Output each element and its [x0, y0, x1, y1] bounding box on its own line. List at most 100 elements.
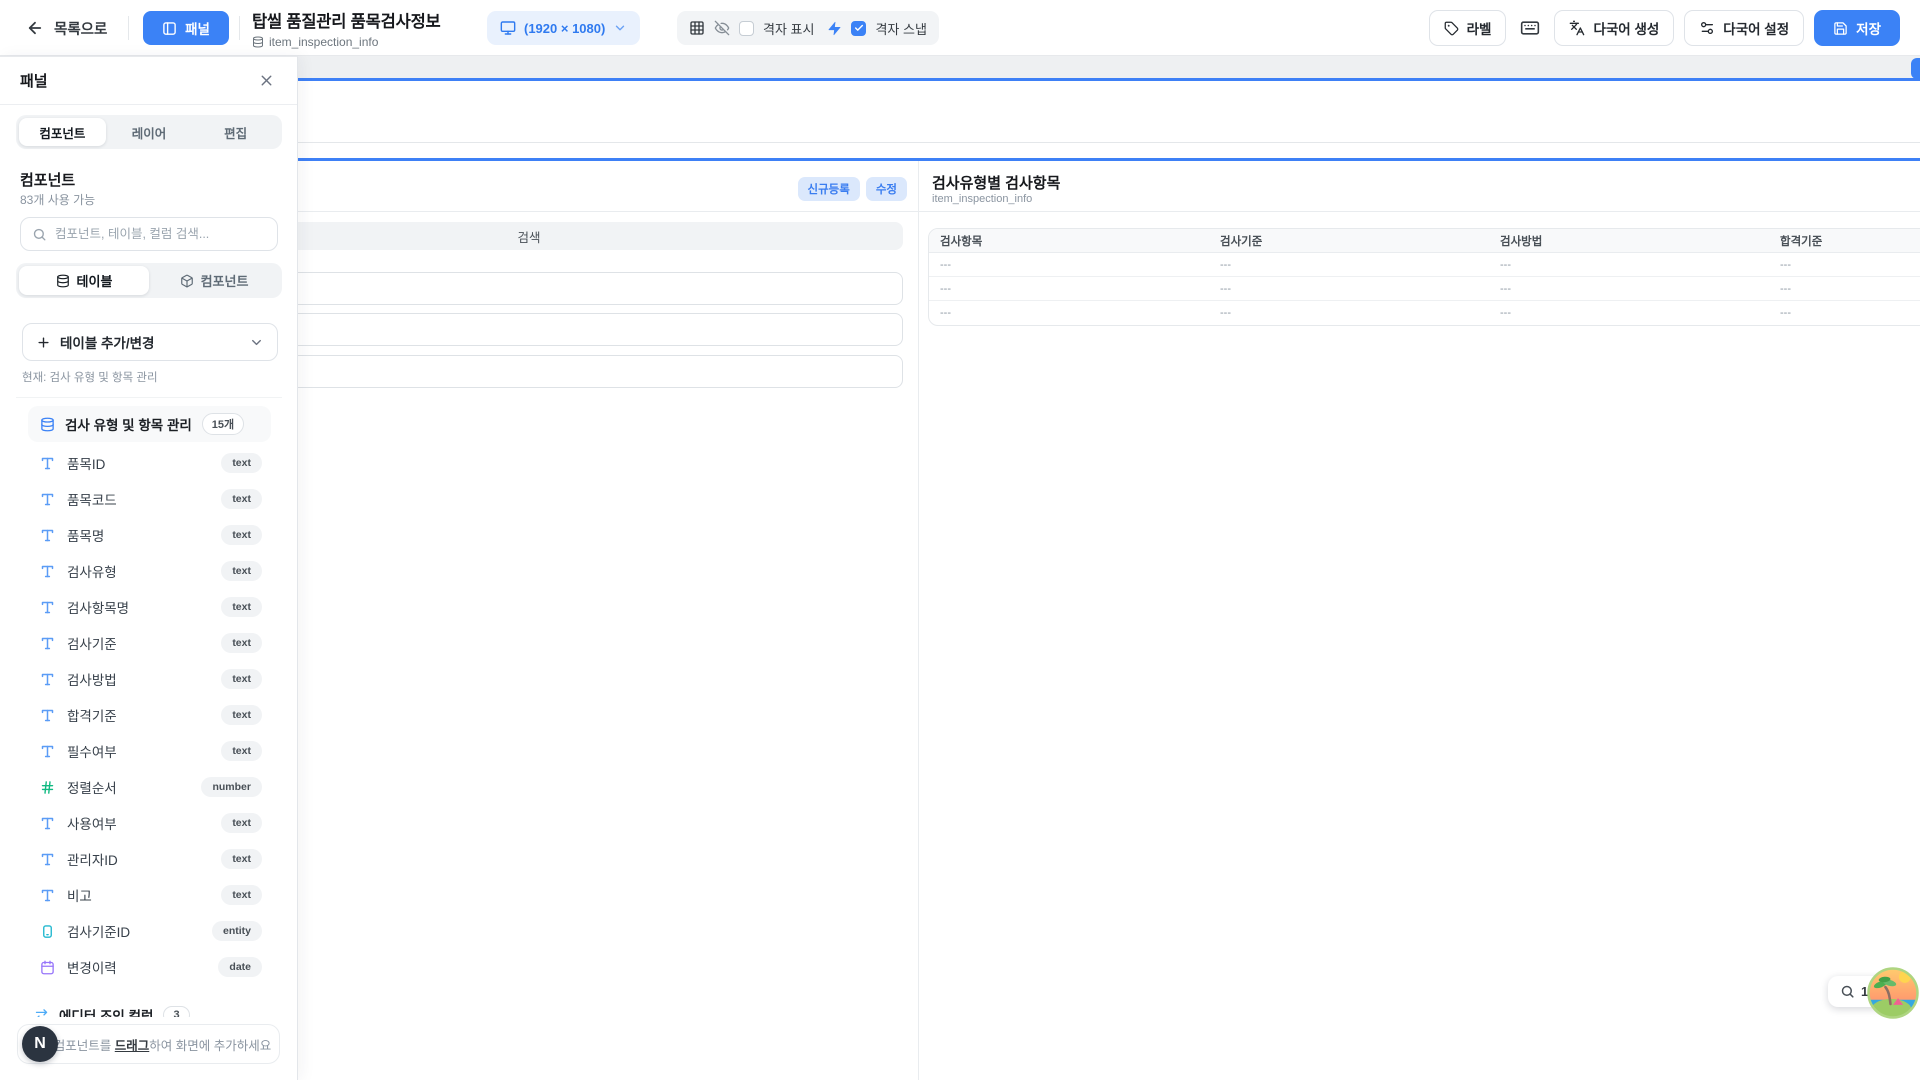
topbar-right-group: 라벨 다국어 생성 다국어 설정 저장 [1429, 0, 1900, 56]
screen-size-selector[interactable]: (1920 × 1080) [487, 11, 640, 45]
type-icon [40, 600, 55, 615]
field-type-badge: text [221, 453, 262, 473]
join-icon [34, 1008, 49, 1018]
divider [128, 16, 129, 40]
field-item[interactable]: 필수여부 text [0, 733, 297, 769]
panel-search-input[interactable] [55, 227, 266, 241]
label-button[interactable]: 라벨 [1429, 10, 1507, 46]
field-name: 품목명 [67, 525, 209, 545]
database-icon [56, 274, 70, 288]
field-item[interactable]: 품목IDtext [0, 445, 297, 481]
close-icon[interactable] [256, 70, 277, 91]
field-type-badge: text [221, 489, 262, 509]
field-item[interactable]: 검사유형text [0, 553, 297, 589]
field-item[interactable]: 검사기준IDentity [0, 913, 297, 949]
table-cell: --- [1489, 253, 1769, 276]
type-icon [40, 636, 55, 651]
grid-snap-checkbox[interactable] [851, 21, 866, 36]
panel-tab-bar: 컴포넌트 레이어 편집 [16, 115, 282, 149]
field-item[interactable]: 관리자IDtext [0, 841, 297, 877]
tab-layers[interactable]: 레이어 [106, 118, 193, 146]
table-section-title: 검사유형별 검사항목 [932, 172, 1060, 193]
table-column-header: 검사기준 [1209, 229, 1489, 252]
i18n-generate-button[interactable]: 다국어 생성 [1554, 10, 1674, 46]
table-row: ------------ [929, 253, 1920, 277]
field-item[interactable]: 품목명text [0, 517, 297, 553]
type-icon [40, 528, 55, 543]
add-table-button[interactable]: 테이블 추가/변경 [22, 323, 278, 361]
field-item[interactable]: 정렬순서number [0, 769, 297, 805]
tab-tables[interactable]: 테이블 [19, 266, 149, 295]
edit-badge[interactable]: 수정 [866, 177, 907, 201]
entity-icon [40, 924, 55, 939]
tag-icon [1444, 21, 1459, 36]
field-name: 필수여부 [67, 741, 209, 761]
field-item[interactable]: 비고 text [0, 877, 297, 913]
i18n-settings-button[interactable]: 다국어 설정 [1684, 10, 1804, 46]
monitor-icon [500, 20, 516, 36]
zap-icon [827, 21, 842, 36]
tab-components-source-label: 컴포넌트 [201, 271, 249, 290]
tab-components[interactable]: 컴포넌트 [19, 118, 106, 146]
field-item[interactable]: 검사항목명 text [0, 589, 297, 625]
grid-icon[interactable] [689, 20, 705, 36]
table-group-header[interactable]: 검사 유형 및 항목 관리 15개 [28, 406, 271, 442]
field-item[interactable]: 검사방법text [0, 661, 297, 697]
table-body: ------------------------------------ [929, 253, 1920, 325]
field-item[interactable]: 사용여부 text [0, 805, 297, 841]
type-icon [40, 492, 55, 507]
table-cell: --- [1769, 301, 1920, 325]
tab-components-source[interactable]: 컴포넌트 [149, 266, 279, 295]
back-button[interactable]: 목록으로 [26, 0, 107, 56]
current-table-label: 현재: 검사 유형 및 항목 관리 [22, 369, 158, 385]
i18n-settings-text: 다국어 설정 [1723, 18, 1789, 38]
island-icon [1866, 966, 1920, 1020]
database-icon [252, 36, 264, 48]
field-list-area: 검사 유형 및 항목 관리 15개 품목IDtext품목코드text품목명tex… [0, 398, 297, 1017]
field-count-badge: 15개 [202, 413, 244, 435]
field-type-badge: entity [212, 921, 262, 941]
field-item[interactable]: 변경이력date [0, 949, 297, 985]
table-section-subtitle: item_inspection_info [932, 193, 1032, 205]
hash-icon [40, 780, 55, 795]
table-cell: --- [1769, 253, 1920, 276]
field-item[interactable]: 검사기준text [0, 625, 297, 661]
chevron-down-icon [249, 335, 264, 350]
join-columns-section[interactable]: 에디터 조인 컬럼3 [0, 997, 297, 1017]
field-name: 검사유형 [67, 561, 209, 581]
field-name: 비고 [67, 885, 209, 905]
grid-snap-label: 격자 스냅 [875, 19, 926, 38]
panel-toggle-button[interactable]: 패널 [143, 11, 229, 45]
table-name-label: item_inspection_info [269, 35, 378, 49]
field-name: 검사항목명 [67, 597, 209, 617]
field-type-badge: text [221, 597, 262, 617]
arrow-left-icon [26, 19, 44, 37]
add-table-label: 테이블 추가/변경 [60, 332, 240, 352]
type-icon [40, 888, 55, 903]
i18n-generate-text: 다국어 생성 [1593, 18, 1659, 38]
canvas-scrollbar-thumb[interactable] [1911, 58, 1920, 79]
field-type-badge: text [221, 741, 262, 761]
keyboard-shortcuts-button[interactable] [1516, 18, 1544, 38]
type-icon [40, 564, 55, 579]
plus-icon [36, 335, 51, 350]
field-name: 사용여부 [67, 813, 209, 833]
field-type-badge: text [221, 813, 262, 833]
field-item[interactable]: 합격기준text [0, 697, 297, 733]
field-type-badge: date [218, 957, 262, 977]
panel-search-box [20, 217, 278, 251]
tab-tables-label: 테이블 [77, 271, 113, 290]
field-item[interactable]: 품목코드text [0, 481, 297, 517]
new-register-badge[interactable]: 신규등록 [798, 177, 860, 201]
table-cell: --- [1209, 253, 1489, 276]
save-button[interactable]: 저장 [1814, 10, 1900, 46]
eye-off-icon[interactable] [714, 20, 730, 36]
tab-edit[interactable]: 편집 [192, 118, 279, 146]
page-subtitle: item_inspection_info [252, 35, 441, 49]
grid-show-checkbox[interactable] [739, 21, 754, 36]
search-icon [32, 227, 47, 242]
grid-show-label: 격자 표시 [763, 19, 814, 38]
side-panel: 패널 컴포넌트 레이어 편집 컴포넌트 83개 사용 가능 테이블 컴포넌트 [0, 56, 298, 1080]
table-cell: --- [929, 277, 1209, 300]
field-type-badge: text [221, 885, 262, 905]
